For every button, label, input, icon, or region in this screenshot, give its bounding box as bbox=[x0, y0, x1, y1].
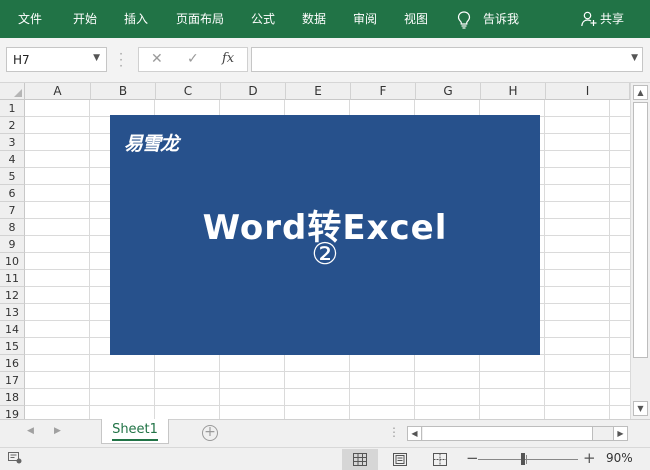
zoom-slider-track[interactable] bbox=[478, 459, 578, 460]
insert-function-icon[interactable]: fx bbox=[222, 51, 234, 66]
scroll-left-icon[interactable]: ◀ bbox=[408, 427, 422, 440]
prev-sheet-icon[interactable]: ◀ bbox=[27, 426, 34, 436]
sheet-tab-bar: ◀ ▶ Sheet1 + ⋮ ◀ ▶ bbox=[0, 419, 650, 447]
row-header-19[interactable]: 19 bbox=[0, 406, 25, 419]
zoom-out-icon[interactable]: − bbox=[466, 449, 479, 467]
formula-bar: H7 ▼ · · · ✕ ✓ fx ▼ bbox=[0, 38, 650, 83]
share-button[interactable]: 共享 bbox=[600, 0, 624, 38]
row-header-5[interactable]: 5 bbox=[0, 168, 25, 185]
ribbon-menu-bar: 文件 开始 插入 页面布局 公式 数据 审阅 视图 告诉我 共享 bbox=[0, 0, 650, 38]
banner-image[interactable]: 易雪龙 Word转Excel ② bbox=[110, 115, 540, 355]
tell-me-box[interactable]: 告诉我 bbox=[483, 0, 519, 38]
vertical-scrollbar[interactable]: ▲ ▼ bbox=[630, 83, 650, 419]
row-header-16[interactable]: 16 bbox=[0, 355, 25, 372]
column-header-d[interactable]: D bbox=[221, 83, 286, 100]
scroll-down-icon[interactable]: ▼ bbox=[633, 401, 648, 416]
page-break-view-icon bbox=[433, 453, 447, 466]
tab-file[interactable]: 文件 bbox=[18, 0, 42, 38]
scroll-up-icon[interactable]: ▲ bbox=[633, 85, 648, 100]
next-sheet-icon[interactable]: ▶ bbox=[54, 426, 61, 436]
zoom-in-icon[interactable]: + bbox=[583, 449, 596, 467]
status-bar: − + 90% bbox=[0, 447, 650, 470]
column-header-i[interactable]: I bbox=[546, 83, 630, 100]
row-header-6[interactable]: 6 bbox=[0, 185, 25, 202]
row-header-4[interactable]: 4 bbox=[0, 151, 25, 168]
row-header-15[interactable]: 15 bbox=[0, 338, 25, 355]
horizontal-scroll-thumb[interactable] bbox=[423, 427, 593, 440]
column-header-e[interactable]: E bbox=[286, 83, 351, 100]
page-break-view-button[interactable] bbox=[422, 449, 458, 470]
page-layout-view-icon bbox=[393, 453, 407, 466]
add-sheet-icon[interactable]: + bbox=[202, 425, 218, 441]
zoom-level[interactable]: 90% bbox=[606, 451, 633, 465]
vertical-dots-icon: · · · bbox=[119, 47, 123, 73]
tab-review[interactable]: 审阅 bbox=[353, 0, 377, 38]
row-header-2[interactable]: 2 bbox=[0, 117, 25, 134]
vertical-scroll-thumb[interactable] bbox=[633, 102, 648, 358]
chevron-down-icon[interactable]: ▼ bbox=[93, 53, 100, 63]
row-header-17[interactable]: 17 bbox=[0, 372, 25, 389]
tab-view[interactable]: 视图 bbox=[404, 0, 428, 38]
tab-data[interactable]: 数据 bbox=[302, 0, 326, 38]
row-header-9[interactable]: 9 bbox=[0, 236, 25, 253]
row-header-1[interactable]: 1 bbox=[0, 100, 25, 117]
column-header-b[interactable]: B bbox=[91, 83, 156, 100]
brand-logo: 易雪龙 bbox=[124, 133, 179, 155]
lightbulb-icon[interactable] bbox=[457, 11, 471, 29]
name-box[interactable]: H7 ▼ bbox=[6, 47, 107, 72]
column-header-a[interactable]: A bbox=[25, 83, 91, 100]
sheet-tab-sheet1[interactable]: Sheet1 bbox=[101, 419, 169, 444]
column-header-f[interactable]: F bbox=[351, 83, 416, 100]
formula-input[interactable]: ▼ bbox=[251, 47, 643, 72]
name-box-value: H7 bbox=[13, 53, 30, 67]
select-all-corner[interactable] bbox=[0, 83, 25, 100]
normal-view-button[interactable] bbox=[342, 449, 378, 470]
row-header-14[interactable]: 14 bbox=[0, 321, 25, 338]
row-header-13[interactable]: 13 bbox=[0, 304, 25, 321]
formula-buttons: ✕ ✓ fx bbox=[138, 47, 248, 72]
row-header-7[interactable]: 7 bbox=[0, 202, 25, 219]
banner-number: ② bbox=[311, 237, 339, 272]
vertical-dots-icon: ⋮ bbox=[388, 425, 400, 439]
normal-view-icon bbox=[353, 453, 367, 466]
column-header-c[interactable]: C bbox=[156, 83, 221, 100]
share-person-icon[interactable] bbox=[581, 11, 597, 27]
row-header-3[interactable]: 3 bbox=[0, 134, 25, 151]
page-layout-view-button[interactable] bbox=[382, 449, 418, 470]
row-header-11[interactable]: 11 bbox=[0, 270, 25, 287]
row-header-18[interactable]: 18 bbox=[0, 389, 25, 406]
zoom-slider-midmark bbox=[526, 455, 527, 464]
zoom-slider-thumb[interactable] bbox=[521, 453, 525, 465]
row-header-8[interactable]: 8 bbox=[0, 219, 25, 236]
tab-home[interactable]: 开始 bbox=[73, 0, 97, 38]
tab-formulas[interactable]: 公式 bbox=[251, 0, 275, 38]
row-header-12[interactable]: 12 bbox=[0, 287, 25, 304]
row-header-10[interactable]: 10 bbox=[0, 253, 25, 270]
macro-record-icon[interactable] bbox=[8, 452, 22, 464]
horizontal-scrollbar[interactable]: ◀ ▶ bbox=[407, 426, 628, 441]
cancel-icon[interactable]: ✕ bbox=[151, 51, 163, 67]
expand-formula-icon[interactable]: ▼ bbox=[631, 53, 638, 63]
tab-page-layout[interactable]: 页面布局 bbox=[176, 0, 224, 38]
scroll-right-icon[interactable]: ▶ bbox=[613, 427, 627, 440]
column-header-g[interactable]: G bbox=[416, 83, 481, 100]
tab-insert[interactable]: 插入 bbox=[124, 0, 148, 38]
column-header-h[interactable]: H bbox=[481, 83, 546, 100]
enter-check-icon[interactable]: ✓ bbox=[187, 51, 199, 67]
